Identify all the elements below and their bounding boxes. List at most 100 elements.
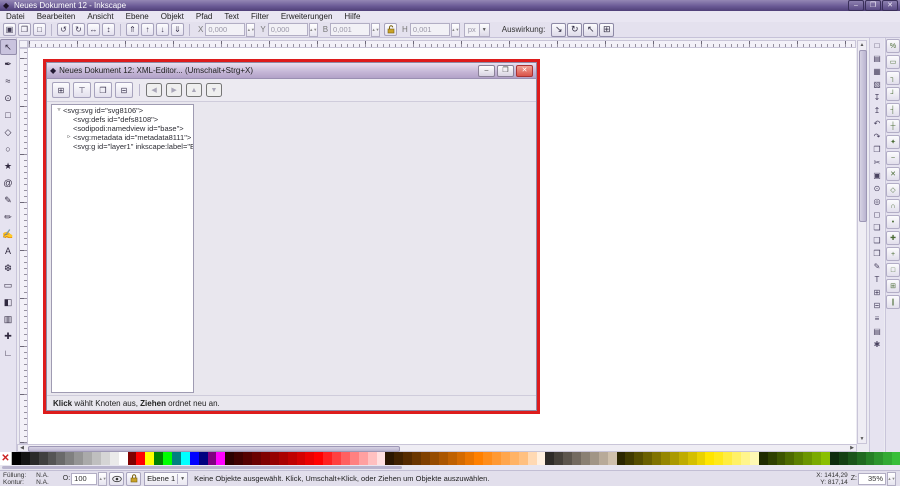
horizontal-scrollbar[interactable]: ◀ ▶ (17, 444, 857, 452)
paint-bucket-tool[interactable]: ◧ (0, 294, 17, 310)
xml-tree-node[interactable]: ▿ <svg:svg id="svg8106"> (52, 106, 193, 115)
snap-nodes-toggle[interactable]: ✦ (886, 135, 900, 149)
palette-swatch[interactable] (599, 452, 608, 465)
zoom-tool[interactable]: ⊙ (0, 90, 17, 106)
dialog-minimize-button[interactable]: – (478, 65, 495, 77)
selector-tool[interactable]: ↖ (0, 39, 17, 55)
layer-lock-button[interactable] (126, 472, 141, 486)
align-dialog-button[interactable]: ⊟ (871, 299, 884, 311)
palette-swatch[interactable] (750, 452, 759, 465)
palette-swatch[interactable] (874, 452, 883, 465)
xml-tree-node[interactable]: <sodipodi:namedview id="base"> (52, 124, 193, 133)
palette-swatch[interactable] (848, 452, 857, 465)
palette-swatch[interactable] (385, 452, 394, 465)
palette-swatch[interactable] (181, 452, 190, 465)
group-button[interactable]: ⊞ (871, 286, 884, 298)
palette-swatch[interactable] (857, 452, 866, 465)
palette-swatch[interactable] (448, 452, 457, 465)
palette-swatch[interactable] (377, 452, 386, 465)
snap-bbox-edges-toggle[interactable]: ┐ (886, 71, 900, 85)
palette-swatch[interactable] (732, 452, 741, 465)
palette-swatch[interactable] (154, 452, 163, 465)
affect-move-toggle[interactable]: ↘ (551, 23, 566, 37)
affect-corners-toggle[interactable]: ↖ (583, 23, 598, 37)
palette-swatch[interactable] (474, 452, 483, 465)
palette-swatch[interactable] (652, 452, 661, 465)
snap-smooth-nodes-toggle[interactable]: ∩ (886, 199, 900, 213)
raise-to-top-button[interactable]: ⇑ (126, 23, 139, 36)
palette-swatch[interactable] (643, 452, 652, 465)
palette-swatch[interactable] (270, 452, 279, 465)
menu-filter[interactable]: Filter (245, 11, 275, 22)
palette-swatch[interactable] (537, 452, 546, 465)
preferences-button[interactable]: ✱ (871, 338, 884, 350)
vertical-scroll-thumb[interactable] (859, 50, 867, 222)
palette-swatch[interactable] (83, 452, 92, 465)
tweak-tool[interactable]: ≈ (0, 73, 17, 89)
palette-swatch[interactable] (12, 452, 21, 465)
palette-swatch[interactable] (714, 452, 723, 465)
palette-swatch[interactable] (501, 452, 510, 465)
snap-line-midpoints-toggle[interactable]: • (886, 215, 900, 229)
xml-tree-node[interactable]: ▹ <svg:metadata id="metadata8111"> (52, 133, 193, 142)
menu-text[interactable]: Text (218, 11, 245, 22)
layer-select[interactable]: Ebene 1 ▼ (144, 472, 188, 486)
palette-swatch[interactable] (261, 452, 270, 465)
menu-pfad[interactable]: Pfad (190, 11, 218, 22)
palette-swatch[interactable] (803, 452, 812, 465)
pencil-tool[interactable]: ✎ (0, 192, 17, 208)
lower-button[interactable]: ↓ (156, 23, 169, 36)
unindent-node-button[interactable]: ◀ (146, 83, 162, 97)
spiral-tool[interactable]: @ (0, 175, 17, 191)
palette-swatch[interactable] (279, 452, 288, 465)
snap-bbox-midpoints-toggle[interactable]: ┤ (886, 103, 900, 117)
paste-button[interactable]: ▣ (871, 169, 884, 181)
copy-button[interactable]: ❐ (871, 143, 884, 155)
rotate-ccw-button[interactable]: ↺ (57, 23, 70, 36)
palette-swatch[interactable] (892, 452, 900, 465)
palette-swatch[interactable] (305, 452, 314, 465)
node-tool[interactable]: ✒ (0, 56, 17, 72)
ellipse-tool[interactable]: ○ (0, 141, 17, 157)
palette-swatch[interactable] (554, 452, 563, 465)
duplicate-node-button[interactable]: ❐ (94, 82, 112, 98)
palette-swatch[interactable] (510, 452, 519, 465)
raise-button[interactable]: ↑ (141, 23, 154, 36)
palette-swatch[interactable] (830, 452, 839, 465)
affect-rotate-toggle[interactable]: ↻ (567, 23, 582, 37)
affect-pattern-toggle[interactable]: ⊞ (599, 23, 614, 37)
palette-swatch[interactable] (21, 452, 30, 465)
flip-vertical-button[interactable]: ↕ (102, 23, 115, 36)
palette-swatch[interactable] (225, 452, 234, 465)
palette-swatch[interactable] (697, 452, 706, 465)
fill-stroke-dialog-button[interactable]: ✎ (871, 260, 884, 272)
palette-swatch[interactable] (634, 452, 643, 465)
move-node-down-button[interactable]: ▼ (206, 83, 222, 97)
zoom-page-button[interactable]: ◻ (871, 208, 884, 220)
close-button[interactable]: ✕ (882, 0, 898, 11)
scroll-down-icon[interactable]: ▼ (858, 435, 866, 443)
expander-icon[interactable]: ▹ (65, 133, 73, 142)
opacity-field[interactable]: 100 (71, 473, 97, 485)
opacity-spinner[interactable]: ▲▼ (98, 472, 107, 486)
cut-button[interactable]: ✂ (871, 156, 884, 168)
palette-swatch[interactable] (65, 452, 74, 465)
palette-swatch[interactable] (768, 452, 777, 465)
palette-swatch[interactable] (332, 452, 341, 465)
palette-swatch[interactable] (163, 452, 172, 465)
palette-swatch[interactable] (92, 452, 101, 465)
import-button[interactable]: ↧ (871, 91, 884, 103)
menu-objekt[interactable]: Objekt (155, 11, 190, 22)
lower-to-bottom-button[interactable]: ⇓ (171, 23, 184, 36)
palette-swatch[interactable] (243, 452, 252, 465)
palette-swatch[interactable] (812, 452, 821, 465)
spray-tool[interactable]: ❆ (0, 260, 17, 276)
palette-swatch[interactable] (705, 452, 714, 465)
zoom-drawing-button[interactable]: ◎ (871, 195, 884, 207)
palette-swatch[interactable] (208, 452, 217, 465)
palette-swatch[interactable] (439, 452, 448, 465)
snap-grid-toggle[interactable]: ⊞ (886, 279, 900, 293)
palette-swatch[interactable] (368, 452, 377, 465)
flip-horizontal-button[interactable]: ↔ (87, 23, 100, 36)
palette-swatch[interactable] (314, 452, 323, 465)
